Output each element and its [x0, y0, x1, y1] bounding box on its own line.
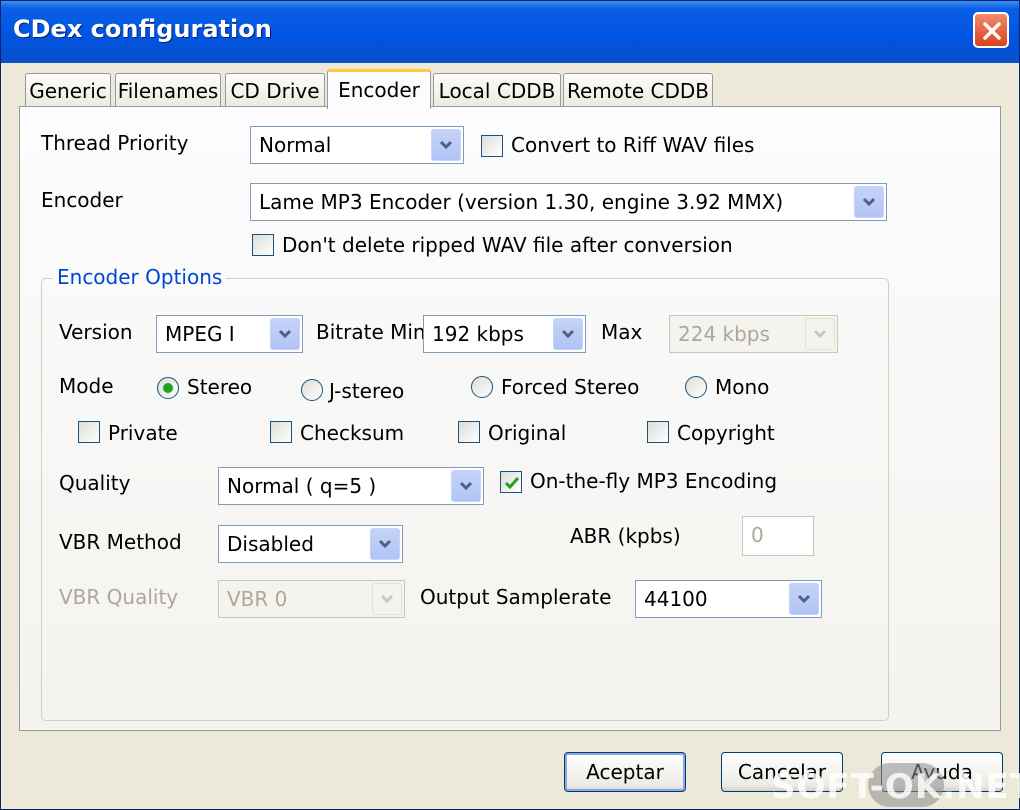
watermark-text: SOFT-OK.NET — [771, 767, 1020, 807]
abr-input: 0 — [742, 516, 814, 556]
dont-delete-wav-checkbox[interactable] — [252, 234, 274, 256]
private-checkbox[interactable] — [78, 421, 100, 443]
encoder-dropdown[interactable]: Lame MP3 Encoder (version 1.30, engine 3… — [250, 183, 887, 221]
chevron-down-icon — [805, 318, 835, 350]
bitrate-max-dropdown: 224 kbps — [669, 315, 838, 353]
chevron-down-icon[interactable] — [854, 186, 884, 218]
bitrate-max-value: 224 kbps — [678, 322, 770, 346]
radio-selected-dot — [163, 383, 173, 393]
version-label: Version — [59, 320, 133, 344]
vbr-quality-label: VBR Quality — [59, 585, 179, 609]
copyright-label[interactable]: Copyright — [677, 421, 775, 445]
cdex-configuration-dialog: CDex configuration Generic Filenames CD … — [0, 0, 1020, 810]
mode-label: Mode — [59, 374, 114, 398]
on-the-fly-label[interactable]: On-the-fly MP3 Encoding — [530, 469, 777, 493]
quality-value: Normal ( q=5 ) — [227, 474, 377, 498]
thread-priority-label: Thread Priority — [41, 131, 189, 155]
original-checkbox[interactable] — [458, 421, 480, 443]
watermark: SOFT-OK.NET — [771, 759, 1020, 810]
version-value: MPEG I — [165, 322, 235, 346]
encoder-settings: Thread Priority Normal Convert to Riff W… — [1, 1, 1019, 809]
output-samplerate-value: 44100 — [644, 587, 708, 611]
vbr-method-value: Disabled — [227, 532, 314, 556]
output-samplerate-label: Output Samplerate — [420, 585, 612, 609]
copyright-checkbox[interactable] — [647, 421, 669, 443]
bitrate-min-label: Bitrate Min — [316, 320, 426, 344]
vbr-method-label: VBR Method — [59, 530, 182, 554]
bitrate-min-dropdown[interactable]: 192 kbps — [423, 315, 586, 353]
checkmark-icon — [504, 477, 520, 490]
convert-riff-checkbox[interactable] — [481, 135, 503, 157]
chevron-down-icon — [372, 583, 402, 615]
mode-stereo-label[interactable]: Stereo — [187, 375, 252, 399]
output-samplerate-dropdown[interactable]: 44100 — [635, 580, 822, 618]
chevron-down-icon[interactable] — [431, 129, 461, 161]
chevron-down-icon[interactable] — [451, 470, 481, 502]
quality-dropdown[interactable]: Normal ( q=5 ) — [218, 467, 484, 505]
vbr-quality-value: VBR 0 — [227, 587, 288, 611]
convert-riff-label[interactable]: Convert to Riff WAV files — [511, 133, 754, 157]
chevron-down-icon[interactable] — [553, 318, 583, 350]
original-label[interactable]: Original — [488, 421, 566, 445]
encoder-label: Encoder — [41, 188, 123, 212]
abr-value: 0 — [751, 523, 764, 547]
vbr-method-dropdown[interactable]: Disabled — [218, 525, 403, 563]
encoder-value: Lame MP3 Encoder (version 1.30, engine 3… — [259, 190, 784, 214]
mode-mono-label[interactable]: Mono — [715, 375, 769, 399]
mode-forced-stereo-radio[interactable] — [471, 376, 493, 398]
mode-jstereo-label[interactable]: J-stereo — [329, 379, 404, 403]
private-label[interactable]: Private — [108, 421, 178, 445]
vbr-quality-dropdown: VBR 0 — [218, 580, 405, 618]
on-the-fly-checkbox[interactable] — [500, 471, 522, 493]
abr-label: ABR (kpbs) — [570, 524, 681, 548]
mode-jstereo-radio[interactable] — [301, 379, 323, 401]
quality-label: Quality — [59, 471, 131, 495]
bitrate-max-label: Max — [601, 320, 643, 344]
thread-priority-value: Normal — [259, 133, 332, 157]
version-dropdown[interactable]: MPEG I — [156, 315, 303, 353]
checksum-checkbox[interactable] — [270, 421, 292, 443]
mode-mono-radio[interactable] — [685, 376, 707, 398]
thread-priority-dropdown[interactable]: Normal — [250, 126, 464, 164]
mode-stereo-radio[interactable] — [157, 377, 179, 399]
chevron-down-icon[interactable] — [370, 528, 400, 560]
checksum-label[interactable]: Checksum — [300, 421, 404, 445]
chevron-down-icon[interactable] — [789, 583, 819, 615]
chevron-down-icon[interactable] — [270, 318, 300, 350]
dont-delete-wav-label[interactable]: Don't delete ripped WAV file after conve… — [282, 233, 733, 257]
bitrate-min-value: 192 kbps — [432, 322, 524, 346]
mode-forced-stereo-label[interactable]: Forced Stereo — [501, 375, 639, 399]
encoder-options-title: Encoder Options — [53, 265, 227, 289]
